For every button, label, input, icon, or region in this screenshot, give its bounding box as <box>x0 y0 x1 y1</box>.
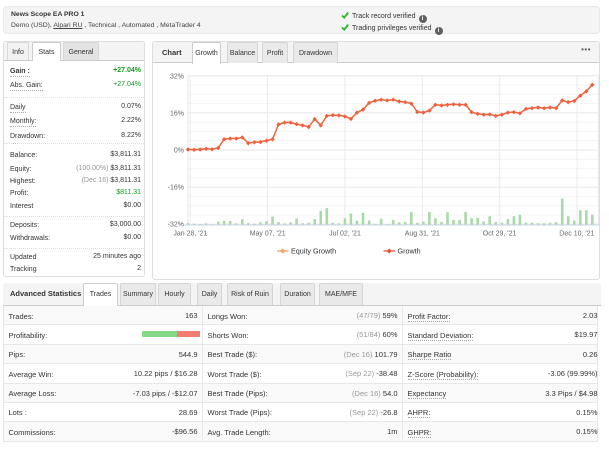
svg-text:May 07, '21: May 07, '21 <box>250 231 286 238</box>
svg-text:Aug 31, '21: Aug 31, '21 <box>405 231 440 238</box>
svg-text:Jul 02, '21: Jul 02, '21 <box>329 231 361 238</box>
svg-text:32%: 32% <box>170 73 184 80</box>
svg-text:-16%: -16% <box>168 185 184 192</box>
svg-text:Jan 28, '21: Jan 28, '21 <box>173 231 207 238</box>
svg-text:16%: 16% <box>170 110 184 117</box>
svg-text:Growth: Growth <box>398 246 421 255</box>
svg-text:-32%: -32% <box>168 222 184 229</box>
svg-text:Dec 10, '21: Dec 10, '21 <box>559 231 594 238</box>
svg-text:Oct 29, '21: Oct 29, '21 <box>483 231 517 238</box>
svg-text:0%: 0% <box>174 148 184 155</box>
svg-text:Equity Growth: Equity Growth <box>291 246 336 255</box>
